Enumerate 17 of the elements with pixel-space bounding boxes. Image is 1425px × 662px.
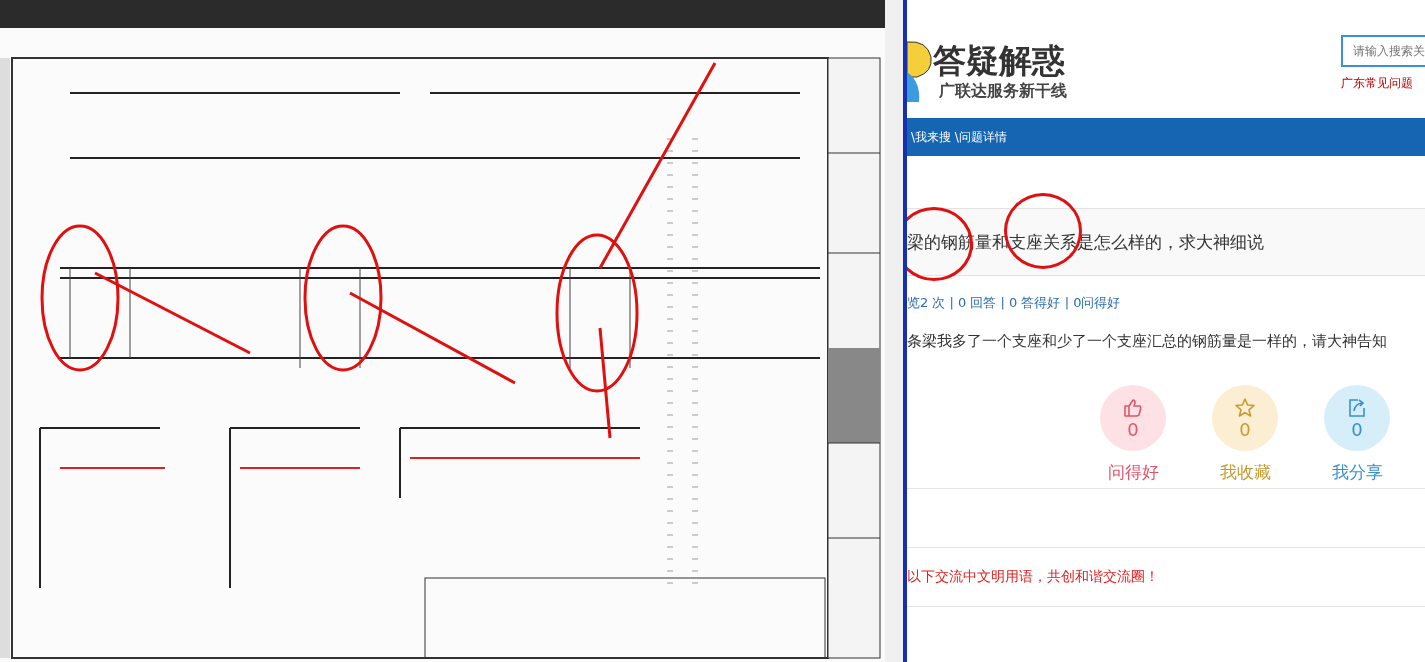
search-field[interactable]: 请输入搜索关 [1341,35,1425,67]
action-label[interactable]: 我分享 [1331,461,1383,484]
region-link[interactable]: 广东常见问题 [1341,75,1413,92]
logo-title: 答疑解惑 [933,41,1066,81]
action-label[interactable]: 我收藏 [1219,461,1271,484]
star-icon [1234,396,1256,419]
thumbs-up-icon [1122,396,1144,419]
notice-text: 以下交流中文明用语，共创和谐交流圈！ [907,568,1425,607]
action-label[interactable]: 问得好 [1107,461,1159,484]
question-body: 条梁我多了一个支座和少了一个支座汇总的钢筋量是一样的，请大神告知 [907,332,1388,351]
logo-subtitle: 广联达服务新干线 [938,81,1067,102]
action-button[interactable]: 0 [1212,385,1278,451]
action-button[interactable]: 0 [1324,385,1390,451]
question-stats: 览2 次 | 0 回答 | 0 答得好 | 0问得好 [907,294,1122,312]
share-icon [1346,396,1368,419]
action-button[interactable]: 0 [1100,385,1166,451]
breadcrumb[interactable]: \我来搜 \问题详情 [911,128,1007,146]
